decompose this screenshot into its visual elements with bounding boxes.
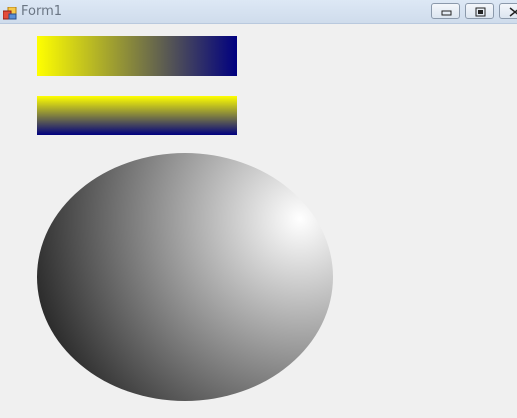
horizontal-gradient-rect xyxy=(37,36,237,76)
vertical-gradient-rect xyxy=(37,96,237,135)
close-icon xyxy=(509,7,517,17)
drawing-canvas xyxy=(37,36,333,401)
maximize-icon xyxy=(475,7,486,17)
maximize-button[interactable] xyxy=(465,3,494,19)
app-icon[interactable] xyxy=(2,5,17,20)
radial-gradient-ellipse xyxy=(37,153,333,401)
minimize-button[interactable] xyxy=(431,3,460,19)
close-button[interactable] xyxy=(499,3,517,19)
title-bar[interactable]: Form1 xyxy=(0,0,517,24)
form-window: Form1 xyxy=(0,0,517,418)
window-title: Form1 xyxy=(21,4,63,19)
minimize-icon xyxy=(441,10,452,16)
